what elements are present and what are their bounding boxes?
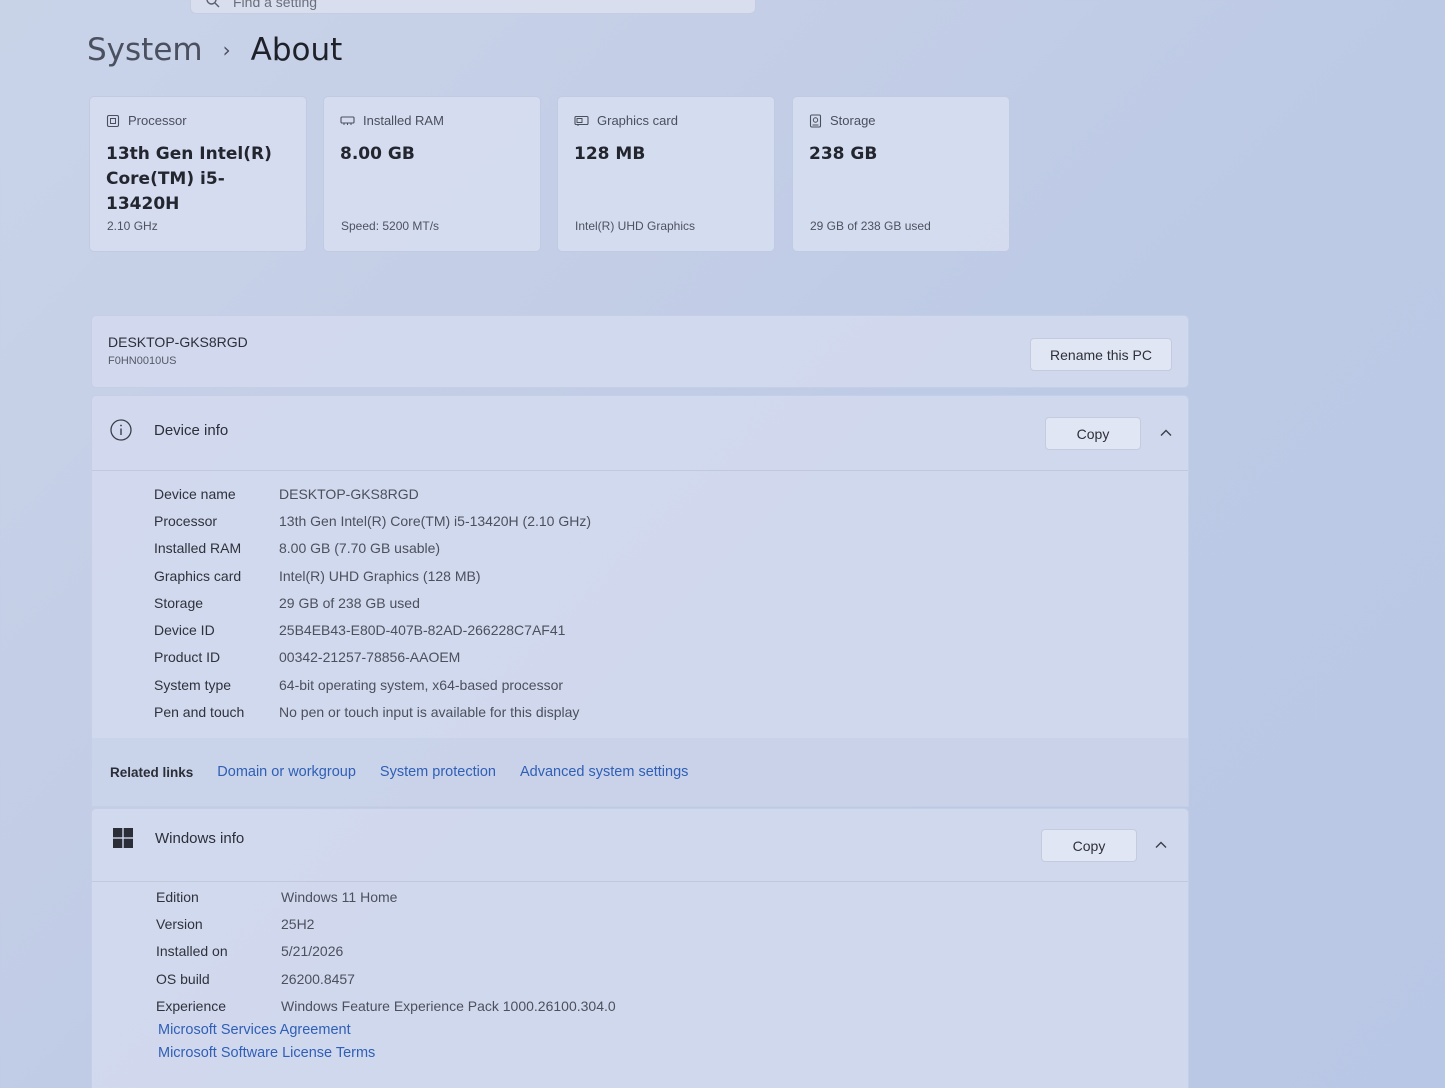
breadcrumb: System › About (87, 32, 342, 68)
processor-icon (106, 114, 120, 127)
info-label: Experience (156, 997, 227, 1014)
list-item: Installed on 5/21/2026 (156, 938, 616, 965)
search-placeholder: Find a setting (233, 0, 318, 10)
device-info-list: Device name DESKTOP-GKS8RGD Processor 13… (154, 480, 591, 726)
windows-info-copy-button[interactable]: Copy (1041, 829, 1137, 862)
info-label: OS build (156, 970, 210, 987)
pc-name-panel: DESKTOP-GKS8RGD F0HN0010US Rename this P… (91, 315, 1189, 388)
storage-icon (809, 113, 822, 128)
related-links-label: Related links (110, 764, 194, 780)
device-info-title: Device info (154, 422, 229, 439)
spec-sub: 2.10 GHz (107, 219, 158, 233)
list-item: System type 64-bit operating system, x64… (154, 671, 591, 698)
windows-logo-icon (113, 828, 133, 848)
list-item: Device name DESKTOP-GKS8RGD (154, 480, 591, 507)
info-value: Windows Feature Experience Pack 1000.261… (281, 997, 616, 1014)
info-label: Edition (156, 888, 199, 905)
link-system-protection[interactable]: System protection (380, 764, 496, 780)
info-label: Storage (154, 594, 204, 611)
spec-sub: 29 GB of 238 GB used (810, 219, 931, 233)
list-item: Version 25H2 (156, 910, 616, 937)
info-label: Device name (154, 485, 236, 502)
windows-info-title: Windows info (155, 830, 245, 847)
list-item: Edition Windows 11 Home (156, 883, 616, 910)
link-advanced-system-settings[interactable]: Advanced system settings (520, 764, 688, 780)
list-item: Pen and touch No pen or touch input is a… (154, 698, 591, 725)
spec-value: 8.00 GB (340, 144, 415, 164)
info-value: 26200.8457 (281, 970, 355, 987)
device-info-header[interactable]: Device info Copy (92, 396, 1188, 471)
list-item: Storage 29 GB of 238 GB used (154, 589, 591, 616)
windows-info-list: Edition Windows 11 Home Version 25H2 Ins… (156, 883, 616, 1019)
list-item: Product ID 00342-21257-78856-AAOEM (154, 644, 591, 671)
chevron-up-icon[interactable] (1154, 838, 1168, 852)
search-icon (206, 0, 220, 8)
spec-label: Storage (830, 113, 876, 128)
ram-icon (340, 115, 355, 125)
page-title: About (250, 32, 343, 68)
spec-card-ram: Installed RAM 8.00 GB Speed: 5200 MT/s (323, 96, 541, 252)
list-item: Device ID 25B4EB43-E80D-407B-82AD-266228… (154, 616, 591, 643)
info-value: 25B4EB43-E80D-407B-82AD-266228C7AF41 (279, 622, 566, 639)
spec-card-storage: Storage 238 GB 29 GB of 238 GB used (792, 96, 1010, 252)
spec-card-processor: Processor 13th Gen Intel(R) Core(TM) i5-… (89, 96, 307, 252)
info-value: Windows 11 Home (281, 888, 398, 905)
info-value: 64-bit operating system, x64-based proce… (279, 676, 564, 693)
search-input[interactable]: Find a setting (190, 0, 756, 14)
spec-value: 13th Gen Intel(R) Core(TM) i5-13420H (106, 144, 272, 214)
info-value: 5/21/2026 (281, 943, 344, 960)
info-label: Pen and touch (154, 704, 245, 721)
spec-card-graphics: Graphics card 128 MB Intel(R) UHD Graphi… (557, 96, 775, 252)
info-label: Graphics card (154, 567, 242, 584)
info-label: Installed RAM (154, 540, 242, 557)
spec-label: Installed RAM (363, 113, 444, 128)
related-links-bar: Related links Domain or workgroup System… (91, 738, 1189, 806)
info-icon (110, 419, 132, 441)
info-value: DESKTOP-GKS8RGD (279, 485, 419, 502)
rename-pc-button[interactable]: Rename this PC (1030, 338, 1172, 371)
list-item: Installed RAM 8.00 GB (7.70 GB usable) (154, 535, 591, 562)
device-info-copy-button[interactable]: Copy (1045, 417, 1141, 450)
pc-name: DESKTOP-GKS8RGD (108, 334, 248, 350)
list-item: Graphics card Intel(R) UHD Graphics (128… (154, 562, 591, 589)
list-item: Experience Windows Feature Experience Pa… (156, 992, 616, 1019)
info-label: Processor (154, 512, 218, 529)
info-label: Product ID (154, 649, 221, 666)
chevron-up-icon[interactable] (1159, 426, 1173, 440)
info-value: 8.00 GB (7.70 GB usable) (279, 540, 441, 557)
link-domain-or-workgroup[interactable]: Domain or workgroup (217, 764, 356, 780)
info-value: Intel(R) UHD Graphics (128 MB) (279, 567, 481, 584)
spec-sub: Intel(R) UHD Graphics (575, 219, 696, 233)
windows-info-panel: Windows info Copy Edition Windows 11 Hom… (91, 808, 1189, 1088)
windows-info-header[interactable]: Windows info Copy (92, 809, 1188, 882)
spec-value: 238 GB (809, 144, 878, 164)
spec-label: Processor (128, 113, 187, 128)
breadcrumb-separator: › (222, 38, 231, 62)
info-label: Version (156, 915, 203, 932)
info-label: Device ID (154, 622, 215, 639)
info-label: Installed on (156, 943, 228, 960)
breadcrumb-system[interactable]: System (87, 32, 203, 68)
pc-model: F0HN0010US (108, 355, 177, 367)
spec-value: 128 MB (574, 144, 646, 164)
spec-label: Graphics card (597, 113, 678, 128)
info-value: 29 GB of 238 GB used (279, 594, 420, 611)
spec-sub: Speed: 5200 MT/s (341, 219, 440, 233)
info-value: 13th Gen Intel(R) Core(TM) i5-13420H (2.… (279, 512, 591, 529)
info-value: No pen or touch input is available for t… (279, 704, 580, 721)
windows-info-links: Microsoft Services Agreement Microsoft S… (158, 1022, 375, 1068)
graphics-card-icon (574, 115, 589, 126)
info-value: 00342-21257-78856-AAOEM (279, 649, 461, 666)
info-value: 25H2 (281, 915, 315, 932)
link-microsoft-software-license-terms[interactable]: Microsoft Software License Terms (158, 1045, 375, 1068)
info-label: System type (154, 676, 232, 693)
link-microsoft-services-agreement[interactable]: Microsoft Services Agreement (158, 1022, 375, 1045)
list-item: OS build 26200.8457 (156, 965, 616, 992)
list-item: Processor 13th Gen Intel(R) Core(TM) i5-… (154, 507, 591, 534)
